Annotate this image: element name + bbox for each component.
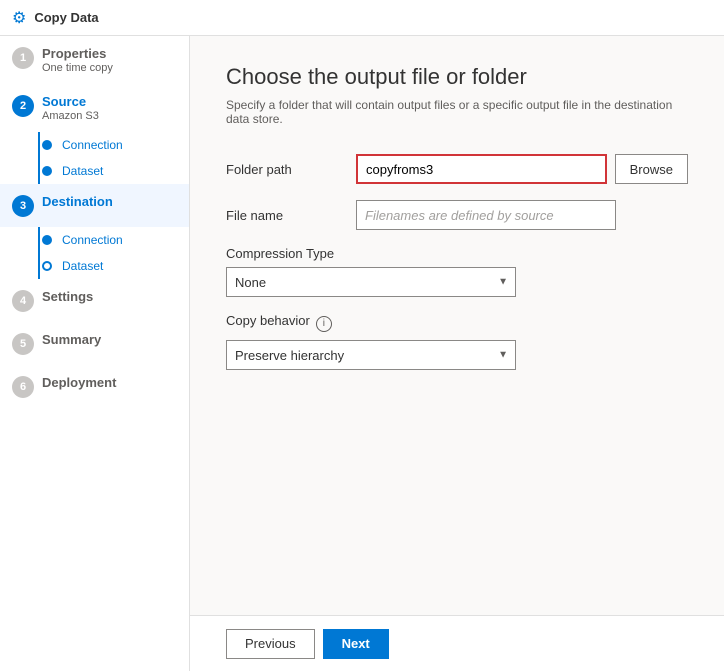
sidebar-item-properties[interactable]: 1 Properties One time copy — [0, 36, 189, 84]
compression-select[interactable]: None GZip Deflate BZip2 ZipDeflate — [226, 267, 516, 297]
step-number-2: 2 — [12, 95, 34, 117]
folder-path-row: Folder path Browse — [226, 154, 688, 184]
sidebar-item-summary[interactable]: 5 Summary — [0, 322, 189, 365]
file-name-input[interactable] — [356, 200, 616, 230]
source-dataset-item[interactable]: Dataset — [22, 158, 189, 184]
source-dataset-label: Dataset — [62, 164, 103, 178]
source-connection-label: Connection — [62, 138, 123, 152]
copy-data-icon: ⚙ — [12, 8, 26, 28]
destination-dataset-dot — [42, 261, 52, 271]
source-connection-item[interactable]: Connection — [22, 132, 189, 158]
copy-behavior-section: Copy behavior i Preserve hierarchy Flatt… — [226, 313, 688, 370]
sidebar-item-deployment[interactable]: 6 Deployment — [0, 365, 189, 408]
previous-button[interactable]: Previous — [226, 629, 315, 659]
compression-select-wrapper: None GZip Deflate BZip2 ZipDeflate ▼ — [226, 267, 516, 297]
copy-behavior-select[interactable]: Preserve hierarchy Flatten hierarchy Mer… — [226, 340, 516, 370]
destination-dataset-item[interactable]: Dataset — [22, 253, 189, 279]
step-number-1: 1 — [12, 47, 34, 69]
compression-section: Compression Type None GZip Deflate BZip2… — [226, 246, 688, 297]
step-number-3: 3 — [12, 195, 34, 217]
destination-dataset-label: Dataset — [62, 259, 103, 273]
step-number-4: 4 — [12, 290, 34, 312]
compression-label: Compression Type — [226, 246, 688, 261]
app-title: Copy Data — [34, 10, 98, 25]
source-sub-items: Connection Dataset — [0, 132, 189, 184]
copy-behavior-label-row: Copy behavior i — [226, 313, 688, 334]
sidebar-label-source: Source — [42, 94, 99, 109]
page-title: Choose the output file or folder — [226, 64, 688, 90]
file-name-label: File name — [226, 208, 356, 223]
sidebar-item-source[interactable]: 2 Source Amazon S3 — [0, 84, 189, 132]
sidebar: 1 Properties One time copy 2 Source Amaz… — [0, 0, 190, 671]
copy-behavior-select-wrapper: Preserve hierarchy Flatten hierarchy Mer… — [226, 340, 516, 370]
destination-connection-item[interactable]: Connection — [22, 227, 189, 253]
sidebar-sublabel-source: Amazon S3 — [42, 110, 99, 122]
file-name-row: File name — [226, 200, 688, 230]
sidebar-label-summary: Summary — [42, 332, 101, 347]
folder-path-input[interactable] — [356, 154, 607, 184]
sidebar-item-settings[interactable]: 4 Settings — [0, 279, 189, 322]
sidebar-label-deployment: Deployment — [42, 375, 116, 390]
destination-connection-label: Connection — [62, 233, 123, 247]
sidebar-label-destination: Destination — [42, 194, 113, 209]
main-content: Choose the output file or folder Specify… — [190, 0, 724, 671]
source-dataset-dot — [42, 166, 52, 176]
step-number-5: 5 — [12, 333, 34, 355]
content-area: Choose the output file or folder Specify… — [190, 36, 724, 414]
top-bar: ⚙ Copy Data — [0, 0, 724, 36]
bottom-bar: Previous Next — [190, 615, 724, 671]
copy-behavior-info-icon[interactable]: i — [316, 316, 332, 332]
destination-connection-dot — [42, 235, 52, 245]
step-number-6: 6 — [12, 376, 34, 398]
sidebar-label-properties: Properties — [42, 46, 113, 61]
sidebar-sublabel-properties: One time copy — [42, 62, 113, 74]
destination-sub-items: Connection Dataset — [0, 227, 189, 279]
sidebar-item-destination[interactable]: 3 Destination — [0, 184, 189, 227]
copy-behavior-label: Copy behavior — [226, 313, 310, 328]
browse-button[interactable]: Browse — [615, 154, 688, 184]
folder-path-label: Folder path — [226, 162, 356, 177]
page-subtitle: Specify a folder that will contain outpu… — [226, 98, 688, 126]
source-connection-dot — [42, 140, 52, 150]
next-button[interactable]: Next — [323, 629, 389, 659]
sidebar-label-settings: Settings — [42, 289, 93, 304]
